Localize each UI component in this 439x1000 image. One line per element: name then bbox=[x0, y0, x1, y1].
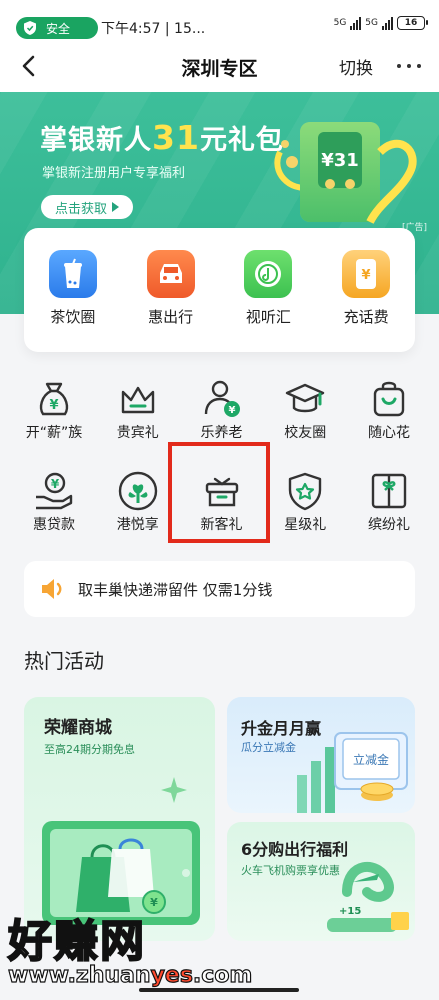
more-menu-icon[interactable] bbox=[393, 52, 425, 80]
grid-label-salary: 开“薪”族 bbox=[25, 425, 83, 441]
activity-card-travel[interactable]: 6分购出行福利 火车飞机购票享优惠 +15 bbox=[227, 822, 415, 941]
grid-item-alumni[interactable]: 校友圈 bbox=[265, 378, 345, 470]
grid-label-alumni: 校友圈 bbox=[284, 425, 327, 441]
coupon-amount: ¥31 bbox=[321, 150, 359, 171]
quick-label-phone: 充话费 bbox=[343, 308, 389, 326]
switch-city-button[interactable]: 切换 bbox=[339, 54, 373, 79]
shield-icon bbox=[24, 21, 36, 35]
nav-bar: 深圳专区 切换 bbox=[0, 40, 439, 92]
grid-label-spend: 随心花 bbox=[368, 425, 410, 441]
watermark-url: www.zhuanyes.com bbox=[7, 962, 253, 988]
grid-item-spend[interactable]: 随心花 bbox=[349, 378, 429, 470]
watermark-url-c: .com bbox=[192, 962, 253, 988]
grid-item-colorful[interactable]: 缤纷礼 bbox=[349, 470, 429, 562]
quick-label-media: 视听汇 bbox=[245, 308, 291, 326]
grid-label-loan: 惠贷款 bbox=[33, 517, 75, 533]
quick-item-phone[interactable]: ¥ 充话费 bbox=[326, 250, 406, 352]
quick-label-tea: 茶饮圈 bbox=[50, 308, 96, 326]
plane-train-illustration: +15 bbox=[327, 861, 409, 932]
notice-bar[interactable]: 取丰巢快递滞留件 仅需1分钱 bbox=[24, 561, 415, 617]
grid-label-hk: 港悦享 bbox=[116, 517, 159, 533]
security-badge[interactable]: 安全 bbox=[16, 17, 98, 39]
watermark-text: 好赚网 bbox=[7, 915, 146, 968]
status-indicators: 5G 5G 16 bbox=[333, 16, 428, 30]
voucher-illustration: 立减金 bbox=[297, 732, 408, 813]
bauhinia-icon bbox=[118, 471, 157, 511]
svg-text:¥: ¥ bbox=[51, 477, 60, 491]
card-b-badge: 立减金 bbox=[353, 752, 389, 767]
banner-title-amount: 31 bbox=[152, 118, 200, 157]
status-time: 下午4:57 | 15... bbox=[101, 21, 206, 37]
activity-card-gold[interactable]: 升金月月赢 瓜分立减金 立减金 bbox=[227, 697, 415, 813]
network-type-1: 5G bbox=[333, 18, 347, 28]
grid-label-vip: 贵宾礼 bbox=[116, 425, 159, 441]
battery-icon: 16 bbox=[397, 16, 428, 30]
grid-label-star: 星级礼 bbox=[284, 517, 327, 533]
grid-item-newcustomer[interactable]: 新客礼 bbox=[182, 470, 262, 562]
signal-icon bbox=[350, 16, 362, 30]
grid-row-2: ¥ 惠贷款 港悦享 新客礼 星级礼 缤纷礼 bbox=[14, 470, 429, 562]
grid-item-hk[interactable]: 港悦享 bbox=[98, 470, 178, 562]
notice-text: 取丰巢快递滞留件 仅需1分钱 bbox=[78, 580, 273, 599]
quick-item-tea[interactable]: 茶饮圈 bbox=[33, 250, 113, 352]
grid-item-star[interactable]: 星级礼 bbox=[265, 470, 345, 562]
battery-level: 16 bbox=[404, 18, 418, 28]
grid-item-vip[interactable]: 贵宾礼 bbox=[98, 378, 178, 470]
loan-hand-icon: ¥ bbox=[36, 472, 73, 510]
red-packet-illustration: ¥31 bbox=[274, 122, 417, 224]
quick-item-travel[interactable]: 惠出行 bbox=[131, 250, 211, 352]
svg-text:¥: ¥ bbox=[228, 405, 235, 416]
page-title: 深圳专区 bbox=[181, 58, 258, 80]
play-arrow-icon bbox=[112, 202, 119, 212]
service-grid: ¥ 开“薪”族 贵宾礼 ¥ 乐养老 校友圈 随心花 ¥ 惠贷款 港悦享 新客礼 … bbox=[14, 378, 429, 562]
network-type-2: 5G bbox=[365, 18, 378, 28]
car-icon bbox=[146, 250, 195, 298]
grid-item-loan[interactable]: ¥ 惠贷款 bbox=[14, 470, 94, 562]
banner-title-prefix: 掌银新人 bbox=[40, 125, 152, 156]
banner-subtitle: 掌银新注册用户专享福利 bbox=[42, 166, 186, 181]
svg-text:¥: ¥ bbox=[49, 398, 58, 413]
grid-label-newcustomer: 新客礼 bbox=[200, 517, 243, 533]
gift-box-icon bbox=[205, 477, 238, 507]
card-c-badge: +15 bbox=[339, 906, 361, 917]
graduation-cap-icon bbox=[286, 383, 325, 413]
tea-cup-icon bbox=[48, 250, 97, 298]
svg-text:¥: ¥ bbox=[362, 268, 371, 283]
shopping-bag-icon bbox=[373, 381, 405, 417]
section-title-hot: 热门活动 bbox=[24, 649, 104, 673]
phone-bill-icon: ¥ bbox=[342, 250, 391, 298]
speaker-icon bbox=[42, 579, 62, 599]
security-label: 安全 bbox=[46, 21, 71, 36]
gift-card-icon bbox=[371, 473, 407, 509]
quick-label-travel: 惠出行 bbox=[148, 308, 194, 326]
music-disc-icon bbox=[244, 250, 293, 298]
quick-access-card: 茶饮圈 惠出行 视听汇 ¥ 充话费 bbox=[24, 228, 415, 352]
banner-cta-label: 点击获取 bbox=[54, 201, 107, 217]
grid-row-1: ¥ 开“薪”族 贵宾礼 ¥ 乐养老 校友圈 随心花 bbox=[14, 378, 429, 470]
crown-icon bbox=[121, 386, 154, 414]
watermark-url-b: yes bbox=[150, 962, 194, 988]
grid-item-salary[interactable]: ¥ 开“薪”族 bbox=[14, 378, 94, 470]
banner-cta-button[interactable]: 点击获取 bbox=[41, 195, 133, 219]
star-shield-icon bbox=[289, 472, 322, 511]
grid-item-elder[interactable]: ¥ 乐养老 bbox=[182, 378, 262, 470]
banner-title: 掌银新人31元礼包 bbox=[40, 118, 284, 157]
home-indicator[interactable] bbox=[139, 988, 299, 992]
elder-person-icon: ¥ bbox=[204, 380, 240, 417]
grid-label-colorful: 缤纷礼 bbox=[368, 517, 410, 533]
signal-icon-2 bbox=[382, 16, 393, 30]
site-watermark: 好赚网 www.zhuanyes.com bbox=[0, 905, 253, 1000]
money-bag-icon: ¥ bbox=[39, 382, 69, 416]
watermark-url-a: www.zhuan bbox=[7, 962, 151, 988]
grid-label-elder: 乐养老 bbox=[200, 425, 243, 441]
quick-item-media[interactable]: 视听汇 bbox=[228, 250, 308, 352]
